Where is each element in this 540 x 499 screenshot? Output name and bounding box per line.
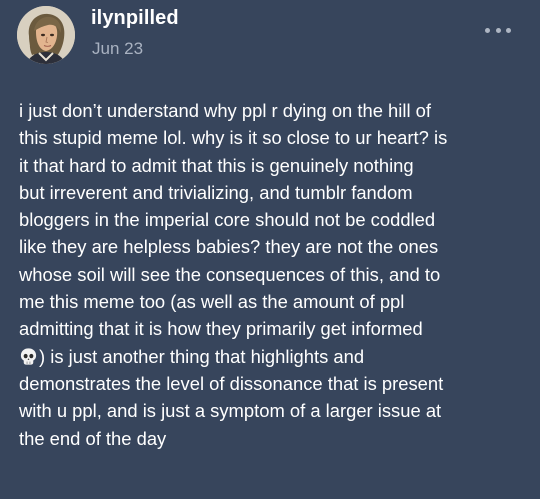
post-body-line: like they are helpless babies? they are … (19, 236, 439, 258)
post-date: Jun 23 (92, 39, 144, 58)
post-body-line: bloggers in the imperial core should not… (19, 209, 436, 231)
skull-icon (20, 348, 37, 365)
ellipsis-dot (495, 27, 501, 33)
post-body-line: i just don’t understand why ppl r dying … (19, 100, 431, 121)
username[interactable]: ilynpilled (91, 7, 179, 30)
post-body-line-text: ) is just another thing that highlights … (39, 345, 365, 367)
post-body-line: it that hard to admit that this is genui… (19, 154, 414, 176)
post-body-line: whose soil will see the consequences of … (19, 263, 441, 285)
post-body-line: this stupid meme lol. why is it so close… (19, 127, 448, 149)
avatar[interactable] (17, 6, 75, 64)
post-body: i just don’t understand why ppl r dying … (19, 97, 529, 452)
ellipsis-icon[interactable] (485, 24, 511, 36)
post-body-line: me this meme too (as well as the amount … (19, 291, 405, 313)
post-body-line: demonstrates the level of dissonance tha… (19, 372, 444, 394)
post-body-line-with-emoji: ) is just another thing that highlights … (19, 343, 529, 370)
post-body-line: the end of the day (19, 427, 167, 449)
post-body-line: but irreverent and trivializing, and tum… (19, 181, 413, 203)
post-body-line: with u ppl, and is just a symptom of a l… (19, 400, 442, 422)
ellipsis-dot (485, 27, 490, 33)
post: ilynpilled Jun 23 i just don’t understan… (0, 0, 540, 499)
post-body-line: admitting that it is how they primarily … (19, 318, 423, 340)
ellipsis-dot (506, 27, 511, 33)
avatar-portrait-icon (17, 6, 75, 64)
